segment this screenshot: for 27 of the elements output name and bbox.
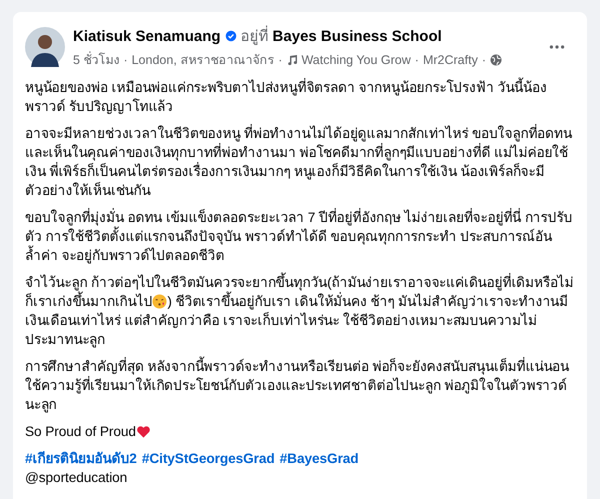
music-note-icon bbox=[286, 54, 298, 66]
music-title[interactable]: Watching You Grow bbox=[301, 53, 411, 67]
separator: · bbox=[277, 53, 284, 67]
separator: · bbox=[480, 53, 487, 67]
mention-text: @sporteducation bbox=[25, 469, 128, 487]
post-paragraph: So Proud of Proud bbox=[25, 422, 575, 441]
place-link[interactable]: Bayes Business School bbox=[272, 28, 442, 44]
hashtag-link[interactable]: #เกียรตินิยมอันดับ2 bbox=[25, 449, 137, 468]
hashtag-link[interactable]: #CityStGeorgesGrad bbox=[142, 449, 275, 468]
separator: · bbox=[414, 53, 420, 67]
post-paragraph: การศึกษาสำคัญที่สุด หลังจากนี้พราวด์จะทำงานหรือเรียนต่อ พ่อก็จะยังคงสนับสนุนเต็มที่แน่นอน ใช้ความรู้ที่เรียนมาให้เกิดประโยชน์กับตัวเองและประเทศชาติต่อไปนะลูก พ่อภูมิใจในตัวพราวด์นะลูก bbox=[25, 357, 575, 414]
more-options-icon[interactable] bbox=[549, 45, 565, 49]
avatar[interactable] bbox=[25, 27, 65, 67]
post-meta[interactable]: 5 ชั่วโมง bbox=[73, 50, 120, 70]
globe-icon bbox=[490, 54, 502, 66]
music-artist[interactable]: Mr2Crafty bbox=[422, 53, 478, 67]
author-name[interactable]: Kiatisuk Senamuang bbox=[73, 28, 221, 44]
hashtag-link[interactable]: #BayesGrad bbox=[280, 449, 359, 468]
post-paragraph: หนูน้อยของพ่อ เหมือนพ่อแค่กระพริบตาไปส่งหนูที่จิตรลดา จากหนูน้อยกระโปรงฟ้า วันนี้น้องพราวด์ รับปริญญาโทแล้ว bbox=[25, 78, 575, 116]
post-paragraph: อาจจะมีหลายช่วงเวลาในชีวิตของหนู ที่พ่อทำงานไม่ได้อยู่ดูแลมากสักเท่าไหร่ ขอบใจลูกที่อดทนและเห็นในคุณค่าของเงินทุกบาทที่พ่อทำงานมา พ่อโชคดีมากที่ลูกๆมีแบบอย่างที่ดี แม่ไม่ค่อยใช้เงิน พี่เพิร์ธก็เป็นคนไตร่ตรองเรื่องการเงินมากๆ หนูเองก็มีวิธีคิดในการใช้เงิน น้องเพิร์ลก็จะมีตัวอย่างให้เห็นเช่นกัน bbox=[25, 124, 573, 200]
post-paragraph: ขอบใจลูกที่มุ่งมั่น อดทน เข้มแข็งตลอดระยะเวลา 7 ปีที่อยู่ที่อังกฤษ ไม่ง่ายเลยที่จะอยู่ที่นี่ การปรับตัว การใช้ชีวิตตั้งแต่แรกจนถึงปัจจุบัน พราวด์ทำได้ดี ขอบคุณทุกการกระทำ ประสบการณ์อันล้ำค่า จะอยู่กับพราวด์ไปตลอดชีวิต bbox=[25, 208, 574, 265]
post-paragraph: จำไว้นะลูก ก้าวต่อๆไปในชีวิตมันควรจะยากขึ้นทุกวัน(ถ้ามันง่ายเราอาจจะแค่เดินอยู่ที่เดิมหรือไม่ก็เราเก่งขึ้นมากเกินไป ) ชีวิตเราขึ้นอยู่กับเรา เดินให้มั่นคง ช้าๆ มันไม่สำคัญว่าเราจะทำงานมีเงินเดือนเท่าไหร่ แต่สำคัญกว่าคือ เราจะเก็บเท่าไหร่นะ ใช้ชีวิตอย่างเหมาะสมบนความไม่ประมาทนะลูก bbox=[25, 273, 575, 349]
location-prefix: อยู่ที่ bbox=[240, 24, 269, 48]
kissing-emoji-icon bbox=[152, 294, 168, 309]
post-meta: London, สหราชอาณาจักร bbox=[132, 52, 274, 69]
separator: · bbox=[122, 53, 129, 67]
heart-icon bbox=[136, 424, 151, 439]
